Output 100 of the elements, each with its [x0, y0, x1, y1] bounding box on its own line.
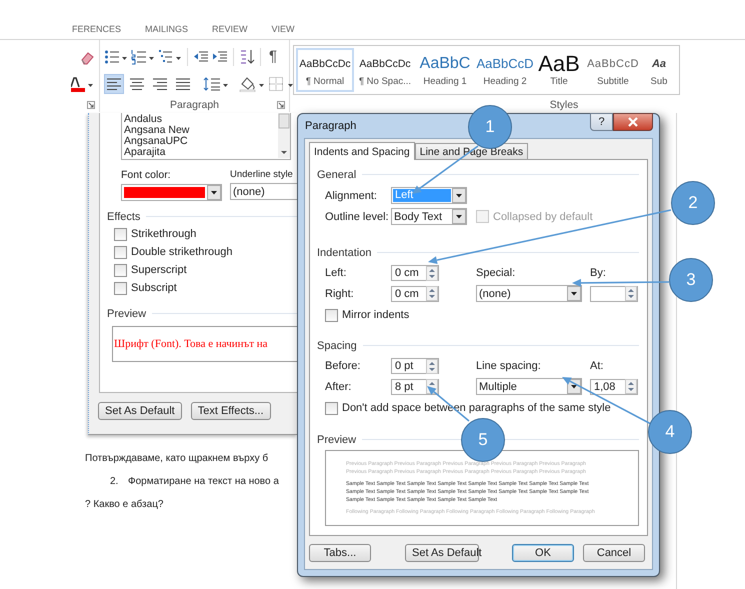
- spin-arrows-icon[interactable]: [426, 358, 438, 374]
- style-name: Subtitle: [597, 76, 629, 87]
- style-preview: AaBbCcDc: [299, 57, 351, 72]
- show-marks-button[interactable]: ¶: [266, 48, 280, 66]
- style-name: ¶ No Spac...: [358, 76, 412, 87]
- caret-icon: [567, 286, 581, 301]
- callout-badge: 3: [669, 258, 713, 302]
- style-item[interactable]: AaB Title: [536, 48, 582, 92]
- align-center-icon: [129, 76, 145, 92]
- line-spacing-icon[interactable]: [203, 76, 229, 92]
- dialog-button[interactable]: Cancel: [583, 544, 645, 562]
- section-title: Preview: [317, 434, 356, 446]
- sort-icon[interactable]: [239, 49, 255, 65]
- style-name: Title: [550, 76, 568, 87]
- spin-arrows-icon[interactable]: [426, 286, 438, 301]
- checkbox[interactable]: [325, 402, 338, 414]
- checkbox-label: Superscript: [131, 264, 187, 276]
- field-label: At:: [590, 360, 604, 372]
- section-title: Effects: [107, 210, 140, 222]
- spin-arrows-icon[interactable]: [426, 266, 438, 280]
- style-item[interactable]: AaBbC Heading 1: [416, 48, 474, 92]
- style-item[interactable]: AaBbCcD Subtitle: [584, 48, 642, 92]
- section-title: Indentation: [317, 246, 372, 258]
- list-item[interactable]: Angsana New: [124, 125, 276, 136]
- section-title: Spacing: [317, 340, 357, 352]
- font-list[interactable]: Andalus Angsana New AngsanaUPC Aparajita: [121, 113, 291, 160]
- spin-arrows-icon[interactable]: [625, 286, 637, 301]
- dropdown[interactable]: Multiple: [476, 378, 582, 395]
- close-button[interactable]: [613, 113, 653, 131]
- field-label: Right:: [325, 288, 354, 300]
- color-dropdown[interactable]: [121, 184, 222, 201]
- preview-text: Шрифт (Font). Това е начинът на: [114, 338, 268, 350]
- section-title: Preview: [107, 308, 146, 320]
- ribbon-tab[interactable]: FERENCES: [72, 24, 122, 34]
- checkbox[interactable]: [114, 264, 127, 276]
- paragraph-text: Форматиране на текст на ново а: [128, 476, 279, 487]
- dialog-button[interactable]: Tabs...: [309, 544, 371, 562]
- list-item[interactable]: AngsanaUPC: [124, 136, 276, 147]
- dialog-launcher-icon[interactable]: [87, 101, 95, 109]
- bullet-list-icon[interactable]: [104, 49, 128, 65]
- checkbox[interactable]: [325, 308, 338, 322]
- checkbox-label: Collapsed by default: [493, 210, 593, 222]
- style-name: Heading 2: [483, 76, 527, 87]
- field-label: Before:: [325, 360, 360, 372]
- style-name: ¶ Normal: [306, 76, 344, 87]
- spin-box[interactable]: 8 pt: [391, 378, 439, 394]
- checkbox-label: Mirror indents: [342, 309, 410, 321]
- ribbon-tab[interactable]: REVIEW: [212, 24, 248, 34]
- font-color-icon[interactable]: [71, 76, 95, 92]
- style-item[interactable]: AaBbCcD Heading 2: [476, 48, 534, 92]
- style-preview: AaBbC: [420, 54, 470, 74]
- multilevel-list-icon[interactable]: [158, 49, 182, 65]
- checkbox[interactable]: [114, 282, 127, 294]
- tab[interactable]: Indents and Spacing: [309, 142, 415, 160]
- section-title: General: [317, 168, 356, 180]
- help-button[interactable]: ?: [590, 113, 613, 131]
- field-label: Special:: [476, 267, 516, 279]
- callout-badge: 4: [648, 410, 692, 454]
- list-number: 2.: [110, 476, 120, 487]
- style-item[interactable]: AaBbCcDc ¶ No Spac...: [356, 48, 414, 92]
- field-label: After:: [325, 380, 352, 392]
- scrollbar[interactable]: [278, 113, 290, 158]
- style-item[interactable]: Aa Sub: [644, 48, 674, 92]
- list-item[interactable]: Andalus: [124, 114, 276, 125]
- spin-box[interactable]: 1,08: [590, 378, 638, 394]
- close-icon: [627, 117, 639, 127]
- numbered-list-icon[interactable]: [131, 49, 155, 65]
- spin-arrows-icon[interactable]: [625, 379, 637, 394]
- dropdown[interactable]: Body Text: [391, 208, 467, 225]
- style-preview: AaB: [538, 52, 580, 76]
- dialog-button[interactable]: Text Effects...: [190, 402, 271, 420]
- ribbon-tab[interactable]: VIEW: [272, 24, 295, 34]
- checkbox[interactable]: [114, 246, 127, 258]
- dialog-launcher-icon[interactable]: [277, 101, 285, 109]
- dialog-button[interactable]: Set As Default: [98, 402, 182, 420]
- style-name: Sub: [650, 76, 668, 87]
- group-label: Paragraph: [170, 99, 220, 111]
- align-left-button[interactable]: [104, 74, 124, 94]
- checkbox-label: Subscript: [131, 282, 177, 294]
- style-item[interactable]: AaBbCcDc ¶ Normal: [296, 48, 354, 92]
- spin-box[interactable]: 0 cm: [391, 265, 439, 281]
- spin-box[interactable]: 0 cm: [391, 286, 439, 302]
- field-label: Underline style: [230, 169, 294, 180]
- callout-badge: 2: [671, 181, 715, 225]
- align-right-icon: [152, 76, 168, 92]
- spin-box[interactable]: [590, 286, 638, 302]
- dropdown[interactable]: (none): [230, 183, 297, 200]
- align-justify-icon: [175, 76, 191, 92]
- field-label: Outline level:: [325, 210, 389, 222]
- dialog-button[interactable]: OK: [512, 544, 574, 562]
- ribbon-tab[interactable]: MAILINGS: [145, 24, 188, 34]
- paragraph-text: Потвърждаваме, като щракнем върху б: [85, 453, 268, 464]
- style-preview: AaBbCcDc: [359, 57, 411, 72]
- dropdown[interactable]: (none): [476, 285, 582, 302]
- list-item[interactable]: Aparajita: [124, 147, 276, 158]
- caret-icon: [452, 209, 466, 224]
- caret-icon: [452, 188, 466, 203]
- shading-icon[interactable]: [239, 76, 265, 92]
- checkbox[interactable]: [114, 228, 127, 240]
- spin-box[interactable]: 0 pt: [391, 358, 439, 374]
